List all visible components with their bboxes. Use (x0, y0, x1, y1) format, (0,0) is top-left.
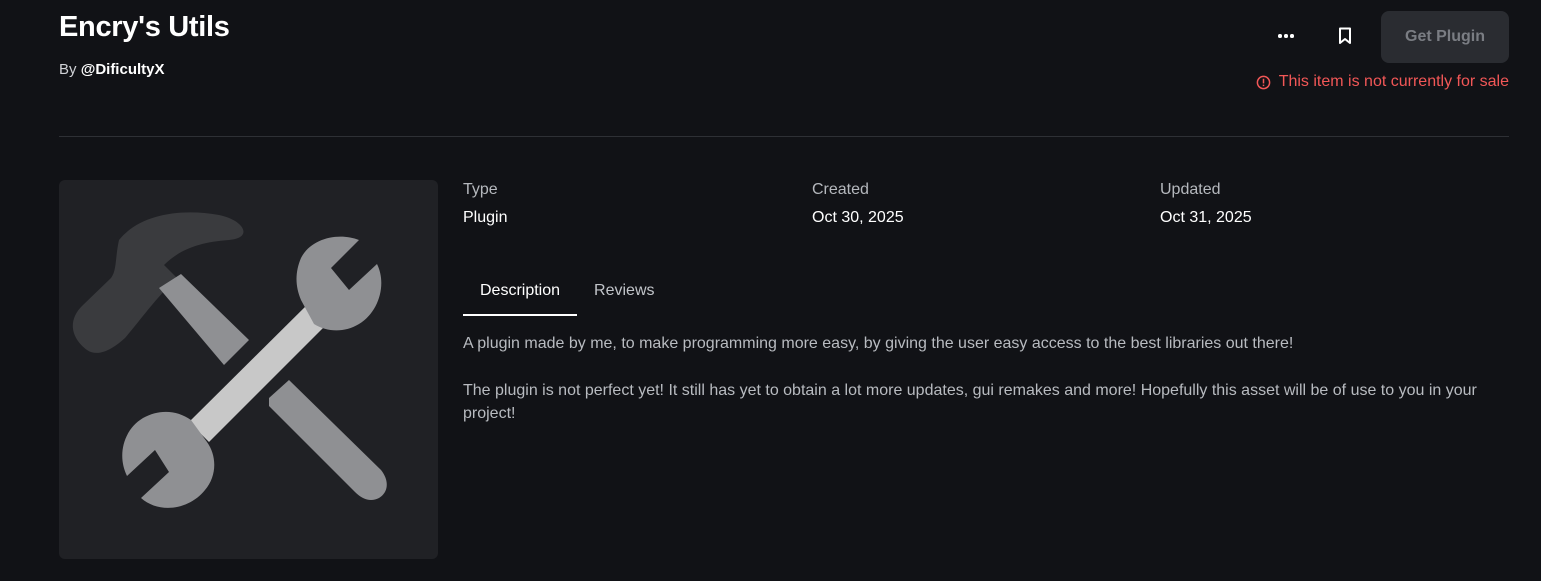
by-prefix: By (59, 61, 77, 78)
creator-byline: By @DificultyX (59, 61, 165, 78)
get-plugin-button[interactable]: Get Plugin (1381, 11, 1509, 63)
plugin-thumbnail (59, 180, 438, 559)
description-paragraph: The plugin is not perfect yet! It still … (463, 382, 1477, 422)
tab-reviews[interactable]: Reviews (577, 270, 671, 314)
content-tabs: Description Reviews (463, 270, 672, 316)
not-for-sale-warning: This item is not currently for sale (1256, 73, 1509, 91)
detail-label: Updated (1160, 181, 1221, 198)
bookmark-button[interactable] (1329, 20, 1361, 52)
detail-label: Created (812, 181, 869, 198)
more-options-button[interactable] (1269, 20, 1303, 52)
detail-updated: Updated Oct 31, 2025 (1160, 181, 1252, 227)
creator-link[interactable]: @DificultyX (81, 61, 165, 78)
detail-created: Created Oct 30, 2025 (812, 181, 904, 227)
description-paragraph: A plugin made by me, to make programming… (463, 335, 1294, 352)
bookmark-icon (1339, 27, 1351, 44)
tab-description[interactable]: Description (463, 270, 578, 316)
detail-value: Oct 31, 2025 (1160, 209, 1252, 226)
detail-type: Type Plugin (463, 181, 507, 227)
detail-label: Type (463, 181, 498, 198)
page-title: Encry's Utils (59, 11, 230, 43)
header-divider (59, 136, 1509, 137)
sale-warning-text: This item is not currently for sale (1278, 73, 1509, 90)
ellipsis-icon (1277, 34, 1295, 38)
description-text: A plugin made by me, to make programming… (463, 332, 1511, 449)
detail-value: Plugin (463, 209, 508, 226)
alert-circle-icon (1256, 75, 1271, 89)
plugin-page: Encry's Utils By @DificultyX Get Plugin … (0, 0, 1541, 581)
detail-value: Oct 30, 2025 (812, 209, 904, 226)
hammer-wrench-icon (72, 212, 387, 508)
